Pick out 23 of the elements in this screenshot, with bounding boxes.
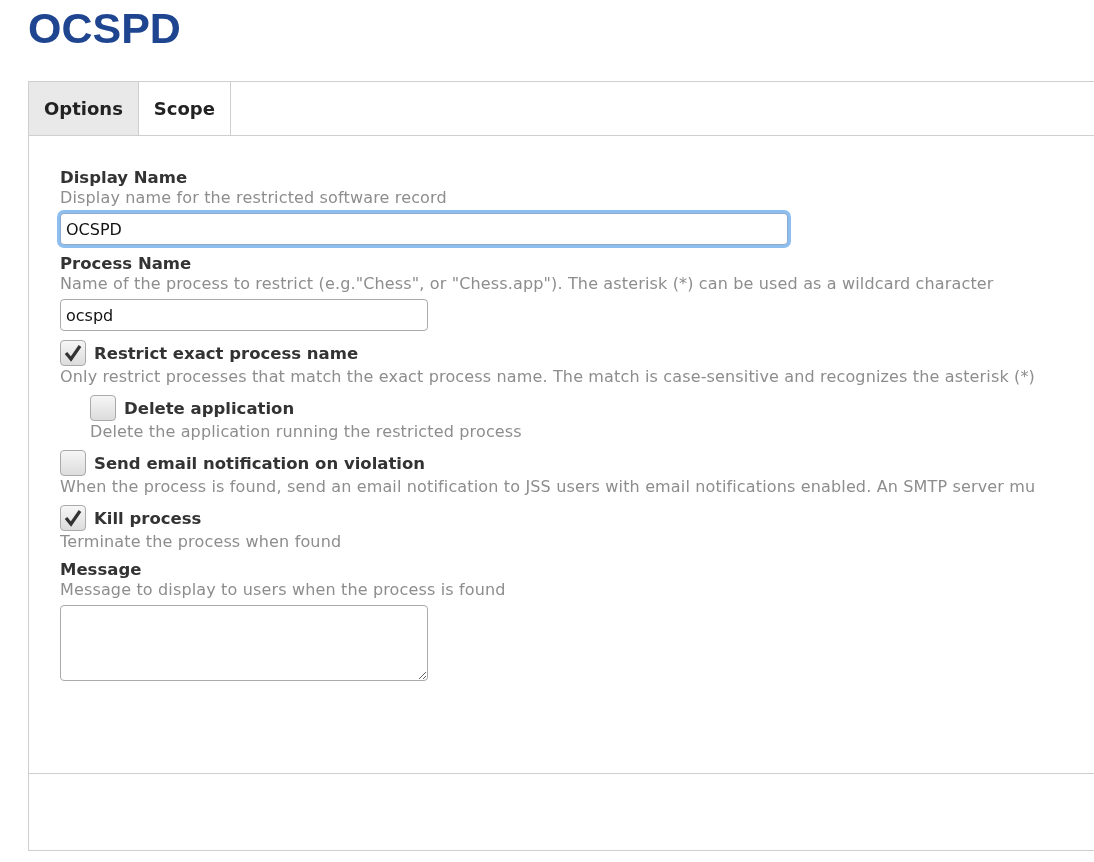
field-label: Message <box>60 560 143 579</box>
text-field[interactable]: OCSPD <box>60 213 788 245</box>
checkbox-label: Restrict exact process name <box>94 343 359 363</box>
field-hint: Message to display to users when the process is found <box>60 580 507 599</box>
field-hint: When the process is found, send an email notification to JSS users with email notifications enabled. An SMTP server mu <box>60 477 1037 496</box>
checkbox-label: Send email notification on violation <box>94 453 426 473</box>
checkbox-label: Delete application <box>124 398 295 418</box>
text-field[interactable]: ocspd <box>60 299 428 331</box>
checkbox[interactable] <box>60 450 86 476</box>
field-label: Process Name <box>60 254 193 273</box>
field-hint: Display name for the restricted software record <box>60 188 448 207</box>
message-textarea[interactable] <box>60 605 428 681</box>
field-hint: Delete the application running the restricted process <box>90 422 523 441</box>
field-hint: Terminate the process when found <box>60 532 343 551</box>
field-label: Display Name <box>60 168 189 187</box>
checkbox[interactable] <box>60 505 86 531</box>
checkbox-label: Kill process <box>94 508 202 528</box>
page-title: OCSPD <box>28 3 182 54</box>
field-hint: Only restrict processes that match the exact process name. The match is case-sensitive and recognizes the asterisk (*) <box>60 367 1036 386</box>
tab[interactable]: Options <box>29 82 139 135</box>
field-hint: Name of the process to restrict (e.g."Chess", or "Chess.app"). The asterisk (*) can be used as a wildcard character <box>60 274 995 293</box>
checkbox[interactable] <box>90 395 116 421</box>
checkbox[interactable] <box>60 340 86 366</box>
